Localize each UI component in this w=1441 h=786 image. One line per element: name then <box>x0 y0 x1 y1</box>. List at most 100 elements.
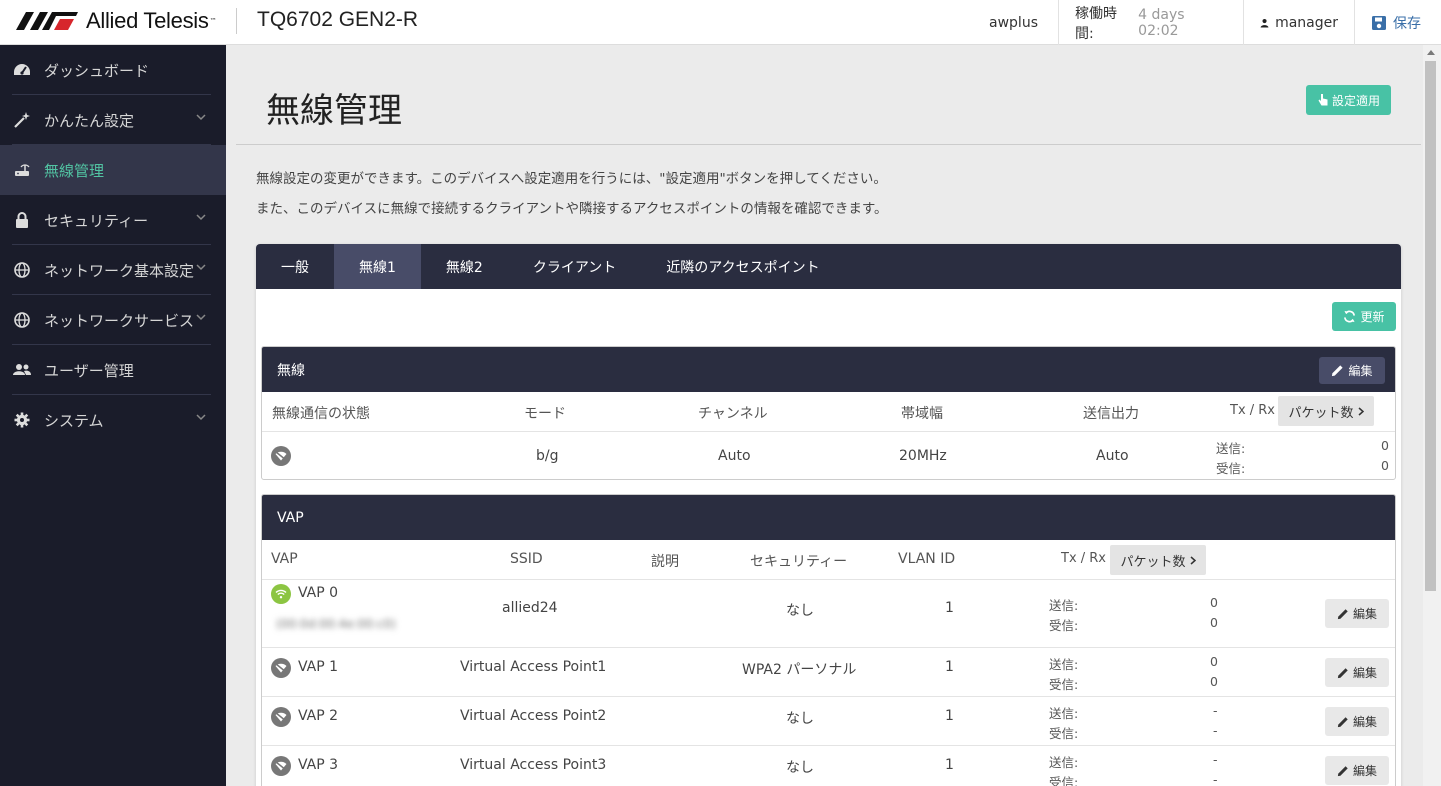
sidebar-item-user-management[interactable]: ユーザー管理 <box>0 345 226 395</box>
hand-pointer-icon <box>1318 94 1328 106</box>
vap-packets-dropdown[interactable]: パケット数 <box>1110 545 1206 575</box>
vap-ssid: Virtual Access Point3 <box>460 757 607 773</box>
tx-label: 送信: <box>1049 755 1079 770</box>
col-header-ssid: SSID <box>510 551 543 567</box>
vap-mac-address: (00:0d:00:4e:00:c0) <box>276 617 396 631</box>
sidebar-item-label: ネットワーク基本設定 <box>44 261 195 280</box>
router-icon <box>12 160 32 180</box>
sidebar-item-network-basic[interactable]: ネットワーク基本設定 <box>0 245 226 295</box>
user-menu[interactable]: manager <box>1243 0 1354 45</box>
brand-logo[interactable]: Allied Telesis ™ <box>16 8 217 34</box>
trademark: ™ <box>209 17 217 25</box>
row-divider <box>262 696 1395 697</box>
description-line-2: また、このデバイスに無線で接続するクライアントや隣接するアクセスポイントの情報を… <box>256 201 888 217</box>
description-line-1: 無線設定の変更ができます。このデバイスへ設定適用を行うには、"設定適用"ボタンを… <box>256 171 887 187</box>
radio-tx-value: 0 <box>1381 438 1389 453</box>
col-header-security: セキュリティー <box>750 554 848 570</box>
sidebar-item-label: ユーザー管理 <box>44 361 134 380</box>
chevron-down-icon <box>196 114 206 121</box>
vap-rx-value: - <box>1213 772 1218 786</box>
page-title: 無線管理 <box>266 91 402 131</box>
wireless-panel: 一般 無線1 無線2 クライアント 近隣のアクセスポイント 更新 無線 編集 無… <box>256 244 1401 786</box>
users-icon <box>12 360 32 380</box>
tab-bar: 一般 無線1 無線2 クライアント 近隣のアクセスポイント <box>256 244 1401 289</box>
sidebar-item-label: かんたん設定 <box>44 111 135 130</box>
sidebar-item-easy-setup[interactable]: かんたん設定 <box>0 95 226 145</box>
vap-vlan: 1 <box>945 600 954 616</box>
vap-card-title: VAP <box>277 509 304 526</box>
vap-vlan: 1 <box>945 708 954 724</box>
floppy-disk-icon <box>1372 15 1386 30</box>
vap-vlan: 1 <box>945 659 954 675</box>
vap-name: VAP 2 <box>298 708 339 724</box>
scrollbar-thumb[interactable] <box>1425 61 1436 591</box>
edit-label: 編集 <box>1348 364 1373 378</box>
vap-edit-button[interactable]: 編集 <box>1325 658 1389 687</box>
tab-general[interactable]: 一般 <box>256 244 334 289</box>
sidebar-item-label: システム <box>44 411 104 430</box>
col-header-vap: VAP <box>271 551 298 567</box>
vap-name: VAP 3 <box>298 757 339 773</box>
tab-neighbor-aps[interactable]: 近隣のアクセスポイント <box>641 244 844 289</box>
col-header-status: 無線通信の状態 <box>272 406 370 422</box>
wifi-on-icon <box>271 584 291 604</box>
radio-card-title: 無線 <box>277 362 305 379</box>
col-header-bandwidth: 帯域幅 <box>901 406 943 422</box>
refresh-icon <box>1344 310 1356 323</box>
col-header-txrx: Tx / Rx <box>1230 403 1276 418</box>
vap-vlan: 1 <box>945 757 954 773</box>
vap-ssid: allied24 <box>502 600 558 616</box>
edit-label: 編集 <box>1352 715 1377 729</box>
sidebar: ダッシュボード かんたん設定 無線管理 セキュリティー ネットワーク基本設定 ネ… <box>0 45 226 786</box>
chevron-down-icon <box>196 264 206 271</box>
radio-edit-button[interactable]: 編集 <box>1319 357 1385 384</box>
save-button[interactable]: 保存 <box>1354 0 1441 45</box>
packets-label: パケット数 <box>1120 554 1186 570</box>
scroll-up-arrow-icon[interactable] <box>1427 50 1435 55</box>
wifi-off-icon <box>271 756 291 776</box>
radio-mode: b/g <box>536 448 559 464</box>
radio-channel: Auto <box>718 448 751 464</box>
pencil-icon <box>1337 608 1348 619</box>
sidebar-item-wireless[interactable]: 無線管理 <box>0 145 226 195</box>
hostname: awplus <box>976 0 1058 45</box>
refresh-button[interactable]: 更新 <box>1332 302 1396 331</box>
vap-tx-value: 0 <box>1210 654 1218 669</box>
tab-clients[interactable]: クライアント <box>508 244 641 289</box>
sidebar-item-dashboard[interactable]: ダッシュボード <box>0 45 226 95</box>
refresh-label: 更新 <box>1360 310 1385 324</box>
pencil-icon <box>1337 765 1348 776</box>
sidebar-item-network-services[interactable]: ネットワークサービス <box>0 295 226 345</box>
col-header-txrx: Tx / Rx <box>1061 551 1107 566</box>
col-header-power: 送信出力 <box>1083 406 1139 422</box>
pencil-icon <box>1332 365 1344 377</box>
user-name: manager <box>1275 14 1338 31</box>
row-divider <box>262 647 1395 648</box>
sidebar-item-label: ネットワークサービス <box>44 311 195 330</box>
sidebar-item-system[interactable]: システム <box>0 395 226 445</box>
vap-edit-button[interactable]: 編集 <box>1325 599 1389 628</box>
chevron-down-icon <box>196 414 206 421</box>
vap-edit-button[interactable]: 編集 <box>1325 707 1389 736</box>
chevron-right-icon <box>1358 406 1364 416</box>
vap-card-header: VAP <box>262 495 1395 540</box>
tab-radio-1[interactable]: 無線1 <box>334 244 421 289</box>
vap-security: なし <box>786 760 814 776</box>
row-divider <box>262 431 1395 432</box>
hostname-text: awplus <box>989 14 1038 31</box>
tab-radio-2[interactable]: 無線2 <box>421 244 508 289</box>
vap-edit-button[interactable]: 編集 <box>1325 756 1389 785</box>
radio-packets-dropdown[interactable]: パケット数 <box>1278 396 1374 426</box>
sidebar-item-security[interactable]: セキュリティー <box>0 195 226 245</box>
rx-label: 受信: <box>1049 726 1079 741</box>
radio-bandwidth: 20MHz <box>899 448 947 464</box>
sidebar-item-label: セキュリティー <box>44 211 149 230</box>
vap-rx-value: - <box>1213 723 1218 738</box>
vap-tx-value: - <box>1213 703 1218 718</box>
pencil-icon <box>1337 667 1348 678</box>
col-header-mode: モード <box>524 406 566 422</box>
vap-name: VAP 0 <box>298 585 339 601</box>
vap-tx-value: 0 <box>1210 595 1218 610</box>
radio-power: Auto <box>1096 448 1129 464</box>
apply-settings-button[interactable]: 設定適用 <box>1306 85 1391 115</box>
